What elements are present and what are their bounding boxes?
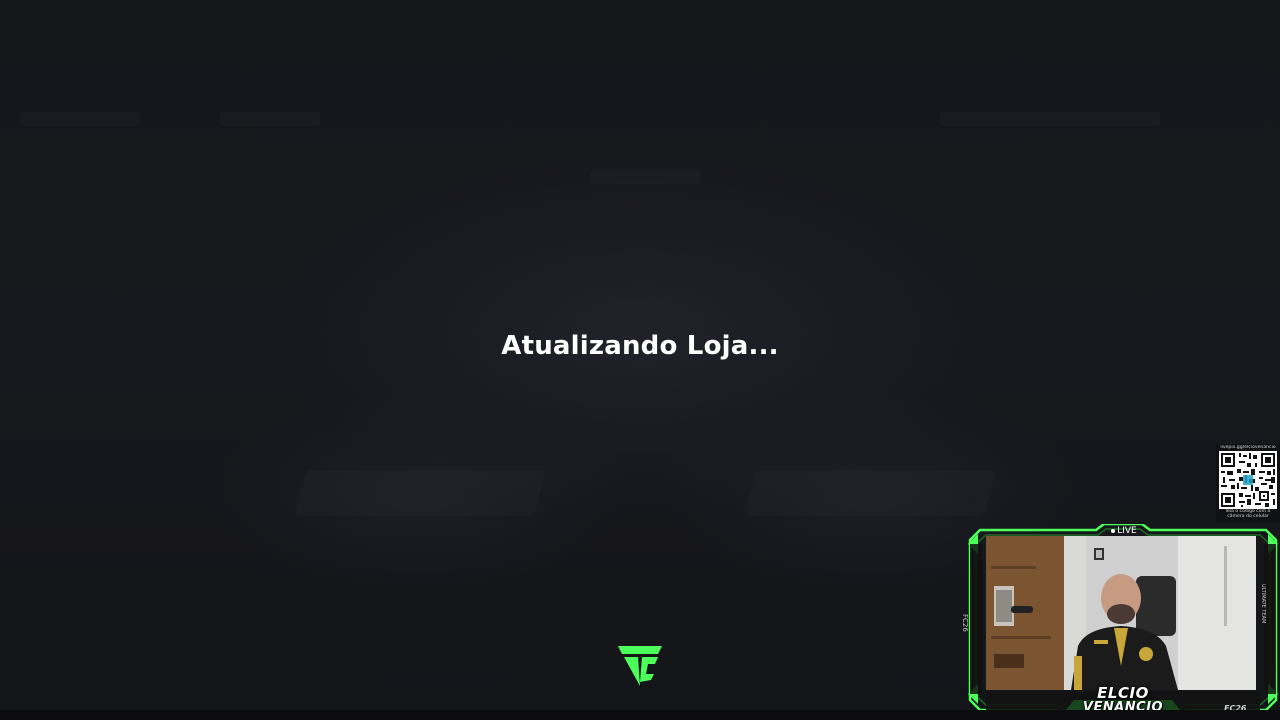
- live-label: LIVE: [1117, 526, 1137, 536]
- qr-caption-text: leia o código com a câmera do celular: [1225, 509, 1271, 520]
- qr-donation-widget: livepix.gg/elciovenancio leia o código c…: [1216, 444, 1280, 522]
- bottom-bar: [0, 710, 1280, 720]
- loading-status-text: Atualizando Loja...: [501, 331, 779, 361]
- webcam-side-tag-left: FC26: [961, 614, 969, 632]
- qr-code-icon: [1219, 451, 1277, 509]
- fc-logo-icon: [618, 644, 662, 686]
- ghost-header-right: [940, 112, 1160, 126]
- qr-url-text: livepix.gg/elciovenancio: [1220, 445, 1276, 450]
- ghost-header-mid: [220, 112, 320, 126]
- webcam-overlay: LIVE FC26 ULTIMATE TEAM FC26 ELCIO VENAN…: [961, 524, 1280, 720]
- ghost-promo-right: [744, 470, 995, 516]
- live-dot-icon: [1111, 528, 1116, 533]
- game-screen: Atualizando Loja... livepix.gg/elciovena…: [0, 0, 1280, 720]
- streamer-first-name: ELCIO: [1097, 684, 1149, 702]
- live-badge: LIVE: [1106, 525, 1142, 537]
- ghost-promo-left: [294, 470, 545, 516]
- ghost-header-left: [20, 112, 140, 126]
- webcam-side-tag-right: ULTIMATE TEAM: [1260, 584, 1266, 624]
- ghost-subheader: [590, 170, 700, 184]
